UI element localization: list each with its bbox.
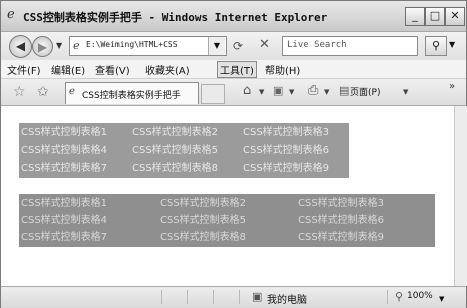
menu-file[interactable]: 文件(F) [7,62,41,77]
home-dropdown-icon[interactable]: ▼ [259,88,264,96]
table-cell: CSS样式控制表格1 [21,127,108,138]
styled-table-1: CSS样式控制表格1 CSS样式控制表格2 CSS样式控制表格3 CSS样式控制… [19,123,349,178]
status-divider [387,290,388,304]
add-favorite-icon[interactable]: ✩ [37,84,49,100]
search-input[interactable]: Live Search [282,36,418,56]
menu-help[interactable]: 帮助(H) [265,62,300,77]
page-menu[interactable]: 页面(P) [350,85,380,98]
forward-button[interactable]: ▶ [32,36,53,57]
table-cell: CSS样式控制表格5 [132,145,219,156]
forward-arrow-icon: ▶ [37,40,48,54]
zoom-level[interactable]: 100% [407,291,433,301]
table-cell: CSS样式控制表格3 [243,127,330,138]
tab-current[interactable]: ℯ CSS控制表格实例手把手 [65,82,199,104]
status-bar: ▣ 我的电脑 ⚲ 100% ▼ [1,286,466,308]
menu-favorites[interactable]: 收藏夹(A) [145,62,190,77]
status-divider [187,290,188,304]
address-row: ◀ ▶ ▼ ℯ E:\Weiming\HTML+CSS ▼ ⟳ ✕ Live S… [1,32,466,60]
zoom-icon[interactable]: ⚲ [395,290,403,303]
menu-edit[interactable]: 编辑(E) [51,62,85,77]
menu-bar: 文件(F) 编辑(E) 查看(V) 收藏夹(A) 工具(T) 帮助(H) [1,60,466,79]
feeds-icon[interactable]: ▣ [273,84,283,97]
table-cell: CSS样式控制表格8 [132,163,219,174]
status-divider [213,290,214,304]
stop-icon[interactable]: ✕ [259,37,270,52]
close-button[interactable]: ✕ [445,7,465,26]
menu-tools[interactable]: 工具(T) [217,61,257,78]
status-divider [239,290,240,304]
table-cell: CSS样式控制表格7 [21,163,108,174]
new-tab-button[interactable] [201,84,225,104]
page-menu-icon: ▤ [339,84,350,97]
search-options-icon[interactable]: ▼ [449,40,455,49]
table-cell: CSS样式控制表格2 [132,127,219,138]
history-dropdown-icon[interactable]: ▼ [56,41,62,50]
refresh-icon[interactable]: ⟳ [233,39,243,53]
menu-view[interactable]: 查看(V) [95,62,130,77]
status-divider [161,290,162,304]
title-bar: ℯ CSS控制表格实例手把手 - Windows Internet Explor… [1,1,466,32]
table-cell: CSS样式控制表格3 [298,198,385,209]
address-bar[interactable]: ℯ E:\Weiming\HTML+CSS ▼ [69,36,227,56]
security-zone: 我的电脑 [267,295,307,306]
feeds-dropdown-icon[interactable]: ▼ [289,88,294,96]
maximize-button[interactable]: □ [425,7,445,26]
back-arrow-icon: ◀ [15,39,26,53]
table-cell: CSS样式控制表格6 [243,145,330,156]
table-cell: CSS样式控制表格7 [21,232,108,243]
address-dropdown-icon[interactable]: ▼ [208,37,225,55]
table-cell: CSS样式控制表格5 [160,215,247,226]
tab-page-icon: ℯ [69,86,75,97]
tab-label: CSS控制表格实例手把手 [82,91,181,101]
more-tools-icon[interactable]: » [449,81,455,92]
print-dropdown-icon[interactable]: ▼ [324,88,329,96]
page-content: CSS样式控制表格1 CSS样式控制表格2 CSS样式控制表格3 CSS样式控制… [1,106,454,286]
browser-window: ℯ CSS控制表格实例手把手 - Windows Internet Explor… [0,0,467,308]
table-cell: CSS样式控制表格4 [21,215,108,226]
search-button[interactable]: ⚲ [425,36,447,56]
magnifier-icon: ⚲ [431,39,441,52]
table-cell: CSS样式控制表格4 [21,145,108,156]
tab-bar: ☆ ✩ ℯ CSS控制表格实例手把手 ⌂ ▼ ▣ ▼ ⎙ ▼ ▤ 页面(P) ▼… [1,79,466,106]
table-cell: CSS样式控制表格9 [298,232,385,243]
window-title: CSS控制表格实例手把手 - Windows Internet Explorer [23,11,328,24]
ie-logo-icon: ℯ [7,7,15,22]
table-cell: CSS样式控制表格2 [160,198,247,209]
styled-table-2: CSS样式控制表格1 CSS样式控制表格2 CSS样式控制表格3 CSS样式控制… [19,194,435,247]
vertical-scrollbar[interactable] [454,106,467,286]
page-icon: ℯ [73,39,80,52]
minimize-button[interactable]: _ [405,7,425,26]
home-icon[interactable]: ⌂ [243,83,251,98]
address-url[interactable]: E:\Weiming\HTML+CSS [86,40,204,49]
search-placeholder: Live Search [287,40,347,50]
table-cell: CSS样式控制表格8 [160,232,247,243]
page-dropdown-icon[interactable]: ▼ [403,88,408,96]
table-cell: CSS样式控制表格1 [21,198,108,209]
computer-icon: ▣ [252,290,263,303]
table-cell: CSS样式控制表格6 [298,215,385,226]
zoom-dropdown-icon[interactable]: ▼ [439,295,444,303]
printer-icon[interactable]: ⎙ [308,83,318,98]
table-cell: CSS样式控制表格9 [243,163,330,174]
back-button[interactable]: ◀ [9,35,32,58]
star-icon[interactable]: ☆ [13,84,26,100]
